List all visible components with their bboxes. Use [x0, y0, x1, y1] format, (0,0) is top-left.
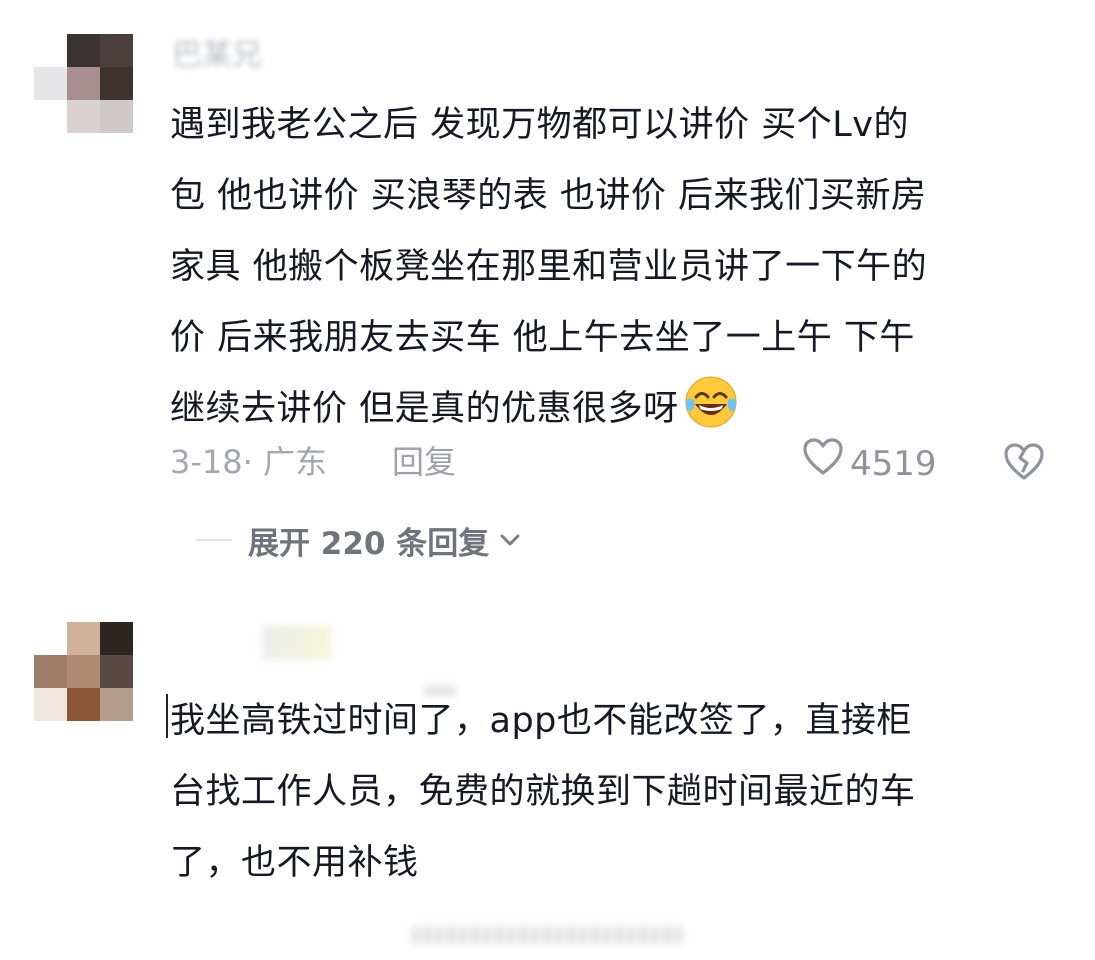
expand-replies-label: 展开 220 条回复: [248, 525, 490, 562]
like-count: 4519: [850, 444, 937, 484]
like-button[interactable]: 4519: [802, 437, 937, 491]
blurred-region: [412, 926, 682, 944]
avatar[interactable]: [34, 34, 133, 133]
time-location: 3-18· 广东: [170, 443, 327, 481]
username[interactable]: 巴某兄: [172, 38, 262, 74]
comment-text-line: 了，也不用补钱: [170, 843, 419, 883]
comment-meta: 3-18· 广东 回复 4519: [170, 437, 1050, 487]
comment-text-line: 家具 他搬个板凳坐在那里和营业员讲了一下午的: [170, 247, 928, 287]
text-cursor: [166, 694, 168, 738]
dislike-button[interactable]: [1002, 441, 1046, 497]
comment-text: 遇到我老公之后 发现万物都可以讲价 买个Lv的 包 他也讲价 买浪琴的表 也讲价…: [170, 90, 1075, 445]
username[interactable]: [262, 626, 332, 660]
broken-heart-icon: [1002, 443, 1046, 491]
comment-text-line: 包 他也讲价 买浪琴的表 也讲价 后来我们买新房: [170, 176, 927, 216]
avatar[interactable]: [34, 622, 133, 721]
comment-text-line: 继续去讲价 但是真的优惠很多呀: [170, 374, 1075, 445]
comment-text-line: 遇到我老公之后 发现万物都可以讲价 买个Lv的: [170, 105, 909, 145]
comment-text-line-content: 继续去讲价 但是真的优惠很多呀: [170, 389, 679, 429]
expand-replies-button[interactable]: 展开 220 条回复: [196, 515, 521, 565]
comment-text-line: 我坐高铁过时间了，app也不能改签了，直接柜: [170, 701, 912, 741]
comment-item: 巴某兄 遇到我老公之后 发现万物都可以讲价 买个Lv的 包 他也讲价 买浪琴的表…: [0, 0, 1095, 600]
comment-text-line: 台找工作人员，免费的就换到下趟时间最近的车: [170, 772, 916, 812]
laughing-tears-emoji: [683, 374, 739, 430]
reply-button[interactable]: 回复: [392, 437, 456, 487]
chevron-down-icon: [499, 533, 521, 547]
comment-text-line: 价 后来我朋友去买车 他上午去坐了一上午 下午: [170, 318, 915, 358]
divider: [196, 539, 232, 541]
heart-outline-icon: [802, 437, 844, 491]
comment-text: 我坐高铁过时间了，app也不能改签了，直接柜 台找工作人员，免费的就换到下趟时间…: [170, 686, 1075, 899]
